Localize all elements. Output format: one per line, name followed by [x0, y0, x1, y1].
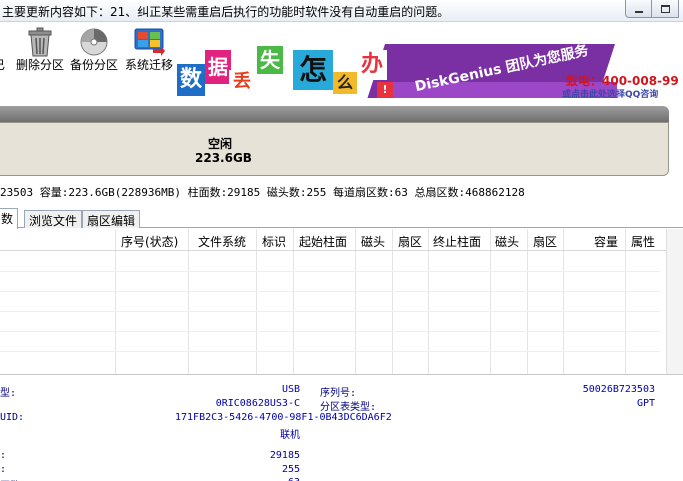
banner-char-6: 么: [333, 72, 357, 94]
banner-char-2: 据: [205, 50, 231, 84]
partition-table[interactable]: 序号(状态) 文件系统 标识 起始柱面 磁头 扇区 终止柱面 磁头 扇区 容量 …: [0, 229, 683, 374]
disk-partition-bar[interactable]: 空闲 223.6GB: [0, 122, 669, 176]
detail-partition-table-label: 分区表类型:: [320, 402, 377, 413]
window-controls: [625, 0, 679, 18]
backup-partition-label: 备份分区: [69, 58, 118, 72]
table-row: [0, 351, 660, 352]
detail-interface-value: USB: [281, 384, 300, 395]
title-bar: 主要更新内容如下：21、纠正某些需重启后执行的功能时软件没有自动重启的问题。: [0, 0, 683, 22]
tab-bar: 数 浏览文件 扇区编辑: [0, 208, 683, 229]
maximize-icon: [660, 4, 670, 13]
system-migration-label: 系统迁移: [124, 58, 173, 72]
table-row: [0, 271, 660, 272]
detail-sectors-value: 63: [230, 477, 300, 481]
maximize-button[interactable]: [652, 0, 679, 18]
free-space-block: 空闲 223.6GB: [195, 137, 252, 165]
toolbar-partial-button[interactable]: 已: [0, 25, 10, 75]
table-row: [0, 291, 660, 292]
banner-char-7: 办: [357, 50, 387, 80]
col-header-end-sector[interactable]: 扇区: [533, 233, 557, 250]
detail-heads-label: :: [0, 464, 7, 475]
free-label: 空闲: [207, 137, 232, 151]
col-header-capacity[interactable]: 容量: [594, 233, 618, 250]
table-scrollbar[interactable]: [666, 229, 683, 374]
col-header-attributes[interactable]: 属性: [631, 233, 655, 250]
tab-partition-params[interactable]: 数: [0, 208, 19, 229]
tab-sector-edit[interactable]: 扇区编辑: [82, 210, 141, 228]
trash-icon: [28, 27, 52, 57]
col-header-start-cylinder[interactable]: 起始柱面: [299, 233, 347, 250]
col-header-index[interactable]: 序号(状态): [121, 233, 178, 250]
backup-partition-button[interactable]: 备份分区: [68, 25, 120, 75]
banner-char-1: 数: [177, 64, 205, 96]
col-header-start-head[interactable]: 磁头: [361, 233, 385, 250]
banner-qq-link[interactable]: 或点击此处选择QQ咨询: [562, 87, 658, 98]
disk-details-panel: 型: USB 序列号: 50026B723503 0RIC08628US3-C …: [0, 374, 683, 481]
disk-info-line: 23503 容量:223.6GB(228936MB) 柱面数:29185 磁头数…: [0, 186, 525, 199]
minimize-icon: [634, 10, 643, 13]
col-header-start-sector[interactable]: 扇区: [398, 233, 422, 250]
detail-status-value: 联机: [280, 430, 300, 441]
detail-guid-label: UID:: [0, 412, 25, 423]
detail-partition-table-value: GPT: [636, 398, 655, 409]
col-header-id[interactable]: 标识: [262, 233, 286, 250]
col-header-filesystem[interactable]: 文件系统: [198, 233, 246, 250]
table-row: [0, 331, 660, 332]
free-size: 223.6GB: [195, 151, 252, 165]
col-header-end-cylinder[interactable]: 终止柱面: [433, 233, 481, 250]
delete-partition-button[interactable]: 删除分区: [14, 25, 66, 75]
delete-partition-label: 删除分区: [15, 58, 64, 72]
detail-sectors-label: 区数: [0, 477, 20, 481]
windows-migration-icon: [134, 28, 165, 56]
banner-char-3: 丢: [229, 70, 255, 94]
toolbar-partial-label: 已: [0, 56, 10, 73]
table-row: [0, 311, 660, 312]
banner-char-8: !: [377, 82, 393, 98]
system-migration-button[interactable]: 系统迁移: [122, 25, 176, 75]
detail-guid-value: 171FB2C3-5426-4700-98F1-0B43DC6DA6F2: [175, 412, 392, 423]
col-header-end-head[interactable]: 磁头: [495, 233, 519, 250]
table-header: 序号(状态) 文件系统 标识 起始柱面 磁头 扇区 终止柱面 磁头 扇区 容量 …: [0, 229, 683, 251]
banner-char-4: 失: [257, 46, 283, 74]
detail-interface-label: 型:: [0, 388, 17, 399]
backup-disk-icon: [80, 28, 108, 56]
detail-serial-value: 50026B723503: [582, 384, 655, 395]
detail-heads-value: 255: [281, 464, 300, 475]
advertisement-banner[interactable]: 数 据 丢 失 怎 么 办 ! DiskGenius 团队为您服务 致电：400…: [177, 44, 678, 98]
disk-bar-header: [0, 106, 669, 122]
tab-browse-files[interactable]: 浏览文件: [24, 210, 83, 228]
detail-cylinders-label: :: [0, 450, 7, 461]
detail-serial-label: 序列号:: [320, 388, 357, 399]
detail-model-value: 0RIC08628US3-C: [215, 398, 300, 409]
banner-char-5: 怎: [293, 50, 333, 90]
detail-cylinders-value: 29185: [269, 450, 300, 461]
window-title: 主要更新内容如下：21、纠正某些需重启后执行的功能时软件没有自动重启的问题。: [2, 5, 450, 19]
minimize-button[interactable]: [625, 0, 652, 18]
